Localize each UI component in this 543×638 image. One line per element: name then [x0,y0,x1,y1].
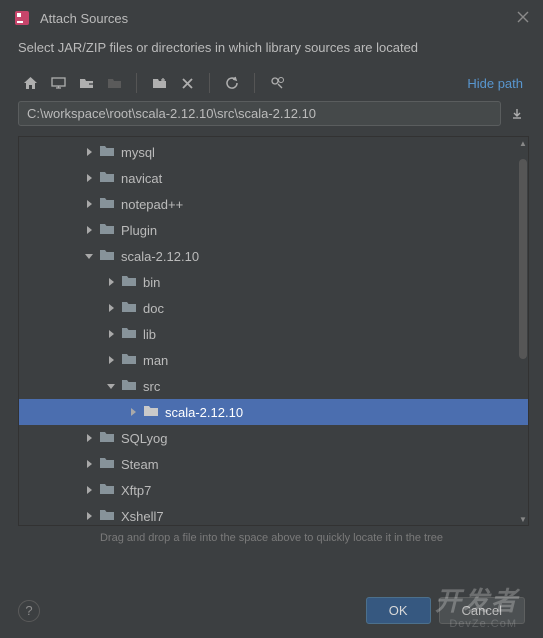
chevron-right-icon[interactable] [105,328,117,340]
scrollbar-thumb[interactable] [519,159,527,359]
chevron-down-icon[interactable] [105,380,117,392]
chevron-right-icon[interactable] [83,510,95,522]
tree-row[interactable]: mysql [19,139,528,165]
tree-row[interactable]: bin [19,269,528,295]
path-input[interactable] [18,101,501,126]
module-icon [102,71,126,95]
tree-item-label: SQLyog [121,431,168,446]
close-icon[interactable] [517,11,529,26]
chevron-right-icon[interactable] [127,406,139,418]
app-icon [14,10,30,26]
help-button[interactable]: ? [18,600,40,622]
path-row [0,101,543,132]
folder-icon [99,482,115,498]
hide-path-link[interactable]: Hide path [467,76,529,91]
folder-icon [121,300,137,316]
folder-icon [99,508,115,524]
tree-row[interactable]: notepad++ [19,191,528,217]
tree-item-label: navicat [121,171,162,186]
tree-row[interactable]: src [19,373,528,399]
separator [254,73,255,93]
project-icon[interactable] [74,71,98,95]
tree-item-label: Xshell7 [121,509,164,524]
cancel-button[interactable]: Cancel [439,597,525,624]
separator [209,73,210,93]
hint-text: Drag and drop a file into the space abov… [0,526,543,544]
folder-icon [121,352,137,368]
titlebar: Attach Sources [0,0,543,34]
tree-row[interactable]: Steam [19,451,528,477]
desktop-icon[interactable] [46,71,70,95]
tree-item-label: scala-2.12.10 [165,405,243,420]
folder-icon [99,196,115,212]
folder-icon [99,456,115,472]
folder-icon [121,378,137,394]
chevron-right-icon[interactable] [105,354,117,366]
show-hidden-icon[interactable] [265,71,289,95]
button-row: ? OK Cancel [0,597,543,624]
toolbar: Hide path [0,65,543,101]
tree-item-label: doc [143,301,164,316]
tree-row[interactable]: scala-2.12.10 [19,399,528,425]
tree-row[interactable]: Xftp7 [19,477,528,503]
chevron-right-icon[interactable] [105,276,117,288]
delete-icon[interactable] [175,71,199,95]
tree-item-label: src [143,379,160,394]
chevron-right-icon[interactable] [83,484,95,496]
tree-item-label: Steam [121,457,159,472]
folder-icon [99,248,115,264]
file-tree[interactable]: mysql navicat notepad++ Plugin scala-2.12.10… [19,137,528,526]
dialog-subtitle: Select JAR/ZIP files or directories in w… [0,34,543,65]
tree-item-label: Plugin [121,223,157,238]
chevron-right-icon[interactable] [83,146,95,158]
folder-icon [121,326,137,342]
tree-item-label: lib [143,327,156,342]
folder-icon [99,222,115,238]
chevron-right-icon[interactable] [83,458,95,470]
chevron-right-icon[interactable] [83,224,95,236]
tree-row[interactable]: Xshell7 [19,503,528,526]
folder-icon [99,430,115,446]
separator [136,73,137,93]
tree-container: mysql navicat notepad++ Plugin scala-2.12.10… [18,136,529,526]
refresh-icon[interactable] [220,71,244,95]
tree-item-label: notepad++ [121,197,183,212]
tree-item-label: mysql [121,145,155,160]
tree-row[interactable]: SQLyog [19,425,528,451]
tree-row[interactable]: man [19,347,528,373]
dialog-title: Attach Sources [40,11,128,26]
tree-row[interactable]: doc [19,295,528,321]
tree-row[interactable]: lib [19,321,528,347]
tree-row[interactable]: Plugin [19,217,528,243]
chevron-down-icon[interactable] [83,250,95,262]
folder-icon [99,170,115,186]
folder-icon [99,144,115,160]
ok-button[interactable]: OK [366,597,431,624]
chevron-right-icon[interactable] [83,172,95,184]
tree-item-label: scala-2.12.10 [121,249,199,264]
chevron-right-icon[interactable] [83,198,95,210]
tree-item-label: Xftp7 [121,483,151,498]
history-icon[interactable] [505,101,529,126]
tree-item-label: bin [143,275,160,290]
tree-row[interactable]: scala-2.12.10 [19,243,528,269]
home-icon[interactable] [18,71,42,95]
tree-row[interactable]: navicat [19,165,528,191]
folder-icon [143,404,159,420]
chevron-right-icon[interactable] [105,302,117,314]
folder-icon [121,274,137,290]
chevron-right-icon[interactable] [83,432,95,444]
new-folder-icon[interactable] [147,71,171,95]
tree-item-label: man [143,353,168,368]
scrollbar-vertical[interactable]: ▲ ▼ [518,137,528,525]
